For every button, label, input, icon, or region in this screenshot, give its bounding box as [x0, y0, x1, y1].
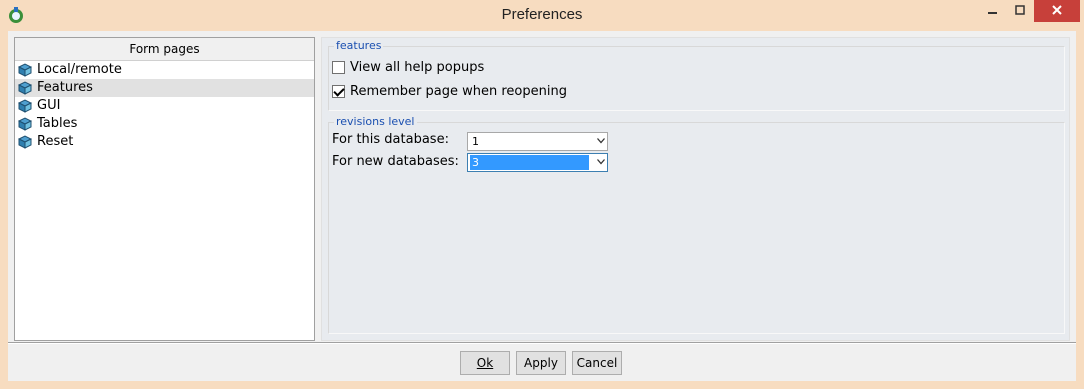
minimize-button[interactable]	[978, 0, 1006, 22]
chevron-down-icon	[597, 159, 605, 165]
button-separator	[8, 342, 1076, 344]
book-icon	[18, 99, 32, 113]
view-help-popups-label: View all help popups	[350, 60, 485, 75]
new-databases-label: For new databases:	[332, 154, 459, 169]
book-icon	[18, 63, 32, 77]
tree-item-label: Local/remote	[37, 62, 122, 77]
new-databases-select[interactable]: 3	[467, 153, 608, 172]
tree-item-label: Tables	[37, 116, 78, 131]
minimize-icon	[988, 12, 997, 14]
chevron-down-icon	[597, 138, 605, 144]
view-help-popups-checkbox[interactable]	[332, 61, 345, 74]
preferences-window: Preferences Form pages Local/remote Feat…	[0, 0, 1084, 389]
tree-item-label: GUI	[37, 98, 61, 113]
book-icon	[18, 81, 32, 95]
remember-page-checkbox[interactable]	[332, 85, 345, 98]
form-pages-header: Form pages	[15, 38, 314, 61]
this-database-value: 1	[472, 135, 479, 148]
title-bar[interactable]: Preferences	[0, 0, 1084, 31]
dialog-body: Form pages Local/remote Features GUI Tab…	[8, 31, 1076, 381]
features-group-label: features	[334, 39, 384, 52]
tree-item-gui[interactable]: GUI	[15, 97, 314, 115]
apply-button[interactable]: Apply	[516, 351, 566, 375]
ok-button[interactable]: Ok	[460, 351, 510, 375]
close-button[interactable]	[1034, 0, 1080, 22]
form-pages-panel: Form pages Local/remote Features GUI Tab…	[14, 37, 315, 341]
this-database-label: For this database:	[332, 132, 449, 147]
tree-item-local-remote[interactable]: Local/remote	[15, 61, 314, 79]
tree-item-label: Reset	[37, 134, 74, 149]
form-pages-tree: Local/remote Features GUI Tables Reset	[15, 61, 314, 151]
window-title: Preferences	[501, 6, 583, 23]
tree-item-label: Features	[37, 80, 93, 95]
book-icon	[18, 135, 32, 149]
tree-item-reset[interactable]: Reset	[15, 133, 314, 151]
close-icon	[1052, 5, 1062, 15]
cancel-button[interactable]: Cancel	[572, 351, 622, 375]
maximize-button[interactable]	[1006, 0, 1034, 22]
tree-item-features[interactable]: Features	[15, 79, 314, 97]
this-database-select[interactable]: 1	[467, 132, 608, 151]
maximize-icon	[1015, 5, 1025, 15]
revisions-group-label: revisions level	[334, 115, 417, 128]
features-group	[328, 46, 1065, 111]
tree-item-tables[interactable]: Tables	[15, 115, 314, 133]
new-databases-value: 3	[470, 155, 589, 170]
remember-page-label: Remember page when reopening	[350, 84, 567, 99]
features-page: features View all help popups Remember p…	[321, 37, 1070, 341]
book-icon	[18, 117, 32, 131]
